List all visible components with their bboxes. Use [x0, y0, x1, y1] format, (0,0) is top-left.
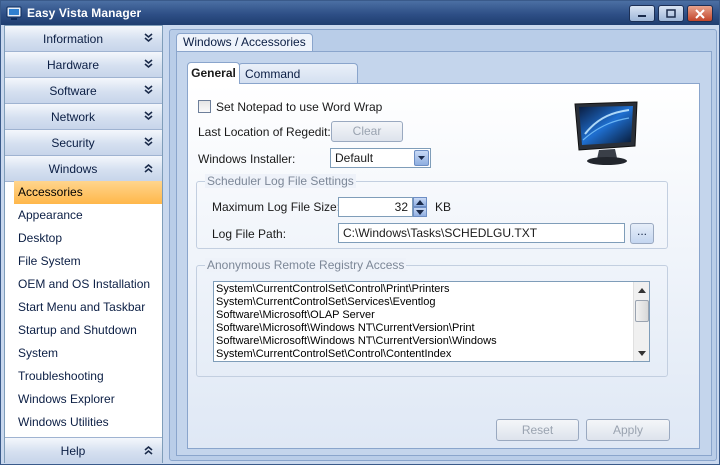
- minimize-icon: [638, 14, 646, 17]
- sidebar-category-network[interactable]: Network: [5, 104, 162, 130]
- stepper-up-button[interactable]: [413, 197, 427, 207]
- stepper-down-button[interactable]: [413, 207, 427, 217]
- max-log-size-input[interactable]: 32: [338, 197, 413, 217]
- sidebar: Information Hardware Software Network Se…: [4, 25, 163, 463]
- category-label: Windows: [48, 162, 98, 176]
- chevron-double-up-icon: [144, 163, 153, 173]
- list-item[interactable]: System\CurrentControlSet\Control\Content…: [214, 348, 649, 361]
- list-item[interactable]: System\CurrentControlSet\Services\Eventl…: [214, 296, 649, 309]
- apply-button[interactable]: Apply: [586, 419, 670, 441]
- chevron-double-down-icon: [144, 137, 153, 147]
- max-log-size-label: Maximum Log File Size:: [212, 200, 341, 214]
- sidebar-item-windows-utilities[interactable]: Windows Utilities: [14, 411, 162, 434]
- window-title: Easy Vista Manager: [27, 6, 142, 20]
- app-window: Easy Vista Manager Information Hardware …: [0, 0, 720, 465]
- arrow-down-icon: [638, 350, 646, 356]
- sidebar-category-software[interactable]: Software: [5, 78, 162, 104]
- sidebar-item-oem-installation[interactable]: OEM and OS Installation: [14, 273, 162, 296]
- sidebar-item-troubleshooting[interactable]: Troubleshooting: [14, 365, 162, 388]
- settings-group: General Command Processor: [176, 51, 712, 456]
- sidebar-item-file-system[interactable]: File System: [14, 250, 162, 273]
- title-bar[interactable]: Easy Vista Manager: [1, 1, 719, 25]
- chevron-double-up-icon: [144, 445, 153, 455]
- chevron-double-down-icon: [144, 85, 153, 95]
- sidebar-category-hardware[interactable]: Hardware: [5, 52, 162, 78]
- list-item[interactable]: Software\Microsoft\Windows NT\CurrentVer…: [214, 322, 649, 335]
- max-log-size-unit: KB: [435, 200, 452, 214]
- general-tab-page: Set Notepad to use Word Wrap Last Locati…: [187, 83, 700, 449]
- remote-registry-group: Anonymous Remote Registry Access System\…: [196, 258, 668, 377]
- category-label: Information: [42, 32, 104, 46]
- notepad-word-wrap-checkbox[interactable]: [198, 100, 211, 113]
- list-item[interactable]: System\CurrentControlSet\Control\Print\P…: [214, 283, 649, 296]
- minimize-button[interactable]: [629, 5, 655, 22]
- sidebar-item-startup-shutdown[interactable]: Startup and Shutdown: [14, 319, 162, 342]
- chevron-double-down-icon: [144, 111, 153, 121]
- close-button[interactable]: [687, 5, 713, 22]
- sidebar-item-desktop[interactable]: Desktop: [14, 227, 162, 250]
- monitor-icon: [574, 101, 638, 165]
- category-label: Software: [49, 84, 97, 98]
- reset-button[interactable]: Reset: [496, 419, 579, 441]
- arrow-down-icon: [416, 209, 424, 215]
- scheduler-legend: Scheduler Log File Settings: [205, 174, 356, 188]
- category-label: Hardware: [46, 58, 100, 72]
- sidebar-category-windows[interactable]: Windows: [5, 156, 162, 182]
- arrow-up-icon: [638, 287, 646, 293]
- remote-registry-list[interactable]: System\CurrentControlSet\Control\Print\P…: [213, 281, 650, 362]
- installer-select-value: Default: [335, 151, 374, 165]
- browse-button[interactable]: ...: [630, 223, 654, 244]
- list-item[interactable]: Software\Microsoft\OLAP Server: [214, 309, 649, 322]
- sidebar-item-windows-explorer[interactable]: Windows Explorer: [14, 388, 162, 411]
- installer-select[interactable]: Default: [330, 148, 431, 168]
- group-title: Windows / Accessories: [176, 33, 313, 52]
- chevron-double-down-icon: [144, 59, 153, 69]
- installer-label: Windows Installer:: [198, 152, 296, 166]
- max-log-size-stepper[interactable]: [413, 197, 427, 217]
- category-label: Help: [60, 444, 86, 458]
- arrow-up-icon: [416, 199, 424, 205]
- log-file-path-input[interactable]: C:\Windows\Tasks\SCHEDLGU.TXT: [338, 223, 625, 243]
- vertical-scrollbar[interactable]: [633, 282, 649, 361]
- sidebar-item-accessories[interactable]: Accessories: [14, 181, 162, 204]
- windows-item-list: Accessories Appearance Desktop File Syst…: [14, 181, 162, 434]
- dropdown-button[interactable]: [414, 150, 429, 166]
- sidebar-category-help[interactable]: Help: [5, 437, 162, 463]
- sidebar-item-system[interactable]: System: [14, 342, 162, 365]
- chevron-down-icon: [418, 156, 425, 160]
- scroll-thumb[interactable]: [635, 300, 649, 322]
- sidebar-item-start-menu[interactable]: Start Menu and Taskbar: [14, 296, 162, 319]
- category-label: Network: [50, 110, 95, 124]
- category-label: Security: [51, 136, 95, 150]
- sidebar-category-security[interactable]: Security: [5, 130, 162, 156]
- close-icon: [695, 8, 705, 19]
- scheduler-log-group: Scheduler Log File Settings Maximum Log …: [196, 174, 668, 249]
- log-file-path-label: Log File Path:: [212, 227, 287, 241]
- scroll-up-button[interactable]: [634, 282, 649, 298]
- sidebar-category-information[interactable]: Information: [5, 26, 162, 52]
- main-panel: Windows / Accessories General Command Pr…: [169, 29, 717, 461]
- notepad-word-wrap-label: Set Notepad to use Word Wrap: [216, 100, 383, 114]
- list-item[interactable]: Software\Microsoft\Windows NT\CurrentVer…: [214, 335, 649, 348]
- app-icon: [6, 6, 22, 20]
- chevron-double-down-icon: [144, 33, 153, 43]
- tab-general[interactable]: General: [187, 62, 240, 84]
- clear-button[interactable]: Clear: [331, 121, 403, 142]
- tab-command-processor[interactable]: Command Processor: [238, 63, 358, 101]
- scroll-down-button[interactable]: [634, 345, 649, 361]
- maximize-button[interactable]: [658, 5, 684, 22]
- regedit-label: Last Location of Regedit:: [198, 125, 331, 139]
- maximize-icon: [666, 8, 676, 18]
- sidebar-item-appearance[interactable]: Appearance: [14, 204, 162, 227]
- remote-registry-legend: Anonymous Remote Registry Access: [205, 258, 407, 272]
